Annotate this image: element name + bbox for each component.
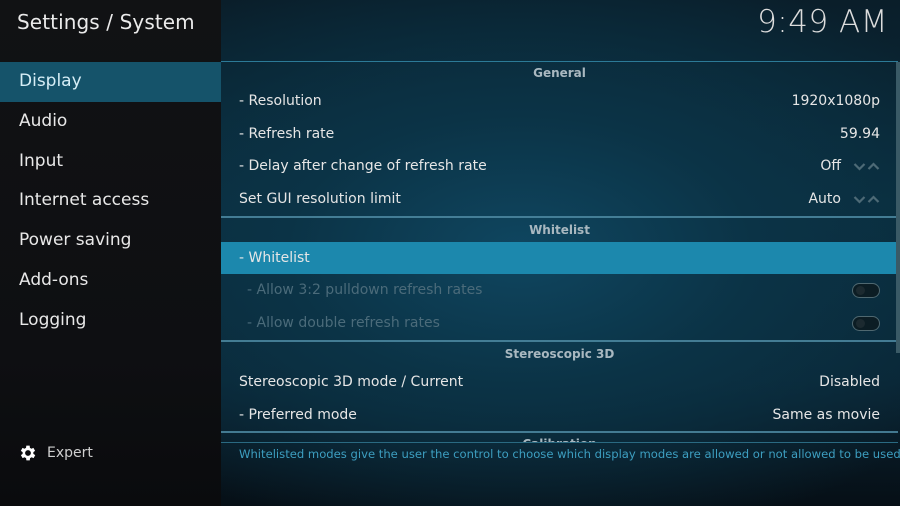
- sidebar: Settings / System Display Audio Input In…: [0, 0, 221, 506]
- page-title: Settings / System: [17, 10, 195, 34]
- settings-list: General - Resolution 1920x1080p - Refres…: [221, 61, 898, 443]
- setting-label: Set GUI resolution limit: [239, 191, 401, 208]
- chevron-up-icon[interactable]: [867, 162, 880, 171]
- clock: 9:49 AM: [757, 4, 888, 40]
- setting-label: - Allow 3:2 pulldown refresh rates: [247, 282, 483, 299]
- sidebar-nav: Display Audio Input Internet access Powe…: [0, 62, 221, 341]
- setting-resolution[interactable]: - Resolution 1920x1080p: [221, 85, 898, 118]
- setting-whitelist[interactable]: - Whitelist: [221, 241, 898, 275]
- expert-level-button[interactable]: Expert: [18, 441, 93, 465]
- sidebar-item-input[interactable]: Input: [0, 142, 221, 182]
- setting-preferred-mode[interactable]: - Preferred mode Same as movie: [221, 399, 898, 432]
- chevron-up-icon[interactable]: [867, 195, 880, 204]
- section-header-stereoscopic-3d: Stereoscopic 3D: [504, 346, 615, 361]
- setting-label: - Allow double refresh rates: [247, 315, 440, 332]
- setting-value: Off: [820, 158, 841, 175]
- setting-delay-after-refresh-change[interactable]: - Delay after change of refresh rate Off: [221, 150, 898, 183]
- section-divider: [221, 215, 898, 218]
- sidebar-item-logging[interactable]: Logging: [0, 301, 221, 341]
- toggle-knob: [856, 318, 865, 328]
- setting-description: Whitelisted modes give the user the cont…: [239, 447, 900, 461]
- setting-allow-32-pulldown[interactable]: - Allow 3:2 pulldown refresh rates: [221, 274, 898, 307]
- sidebar-item-internet-access[interactable]: Internet access: [0, 181, 221, 221]
- chevron-down-icon[interactable]: [853, 162, 866, 171]
- setting-value: Disabled: [819, 373, 880, 390]
- setting-label: - Delay after change of refresh rate: [239, 158, 487, 175]
- setting-value: Auto: [808, 191, 841, 208]
- spinner-control: [853, 195, 880, 204]
- setting-gui-resolution-limit[interactable]: Set GUI resolution limit Auto: [221, 183, 898, 216]
- sidebar-item-display[interactable]: Display: [0, 62, 221, 102]
- section-header-whitelist: Whitelist: [529, 222, 590, 237]
- setting-label: - Resolution: [239, 93, 322, 109]
- chevron-down-icon[interactable]: [853, 195, 866, 204]
- scrollbar[interactable]: [896, 62, 900, 442]
- setting-label: - Whitelist: [239, 249, 310, 266]
- setting-label: - Refresh rate: [239, 125, 335, 142]
- toggle-knob: [856, 286, 865, 296]
- section-divider: [221, 339, 898, 342]
- gear-icon: [20, 445, 36, 461]
- toggle-switch[interactable]: [852, 315, 880, 331]
- setting-allow-double-refresh[interactable]: - Allow double refresh rates: [221, 307, 898, 340]
- sidebar-item-add-ons[interactable]: Add-ons: [0, 261, 221, 301]
- setting-refresh-rate[interactable]: - Refresh rate 59.94: [221, 118, 898, 151]
- section-header-general: General: [533, 66, 586, 80]
- section-divider: [221, 431, 898, 434]
- setting-label: - Preferred mode: [239, 406, 357, 423]
- setting-value: Same as movie: [772, 406, 880, 423]
- description-divider: [221, 442, 898, 443]
- spinner-control: [853, 162, 880, 171]
- scrollbar-thumb[interactable]: [896, 62, 900, 353]
- sidebar-item-audio[interactable]: Audio: [0, 102, 221, 142]
- sidebar-item-power-saving[interactable]: Power saving: [0, 221, 221, 261]
- setting-label: Stereoscopic 3D mode / Current: [239, 373, 464, 390]
- setting-value: 1920x1080p: [791, 93, 880, 109]
- toggle-switch[interactable]: [852, 283, 880, 299]
- setting-stereoscopic-mode[interactable]: Stereoscopic 3D mode / Current Disabled: [221, 366, 898, 399]
- expert-label: Expert: [47, 445, 93, 461]
- setting-value: 59.94: [839, 125, 880, 142]
